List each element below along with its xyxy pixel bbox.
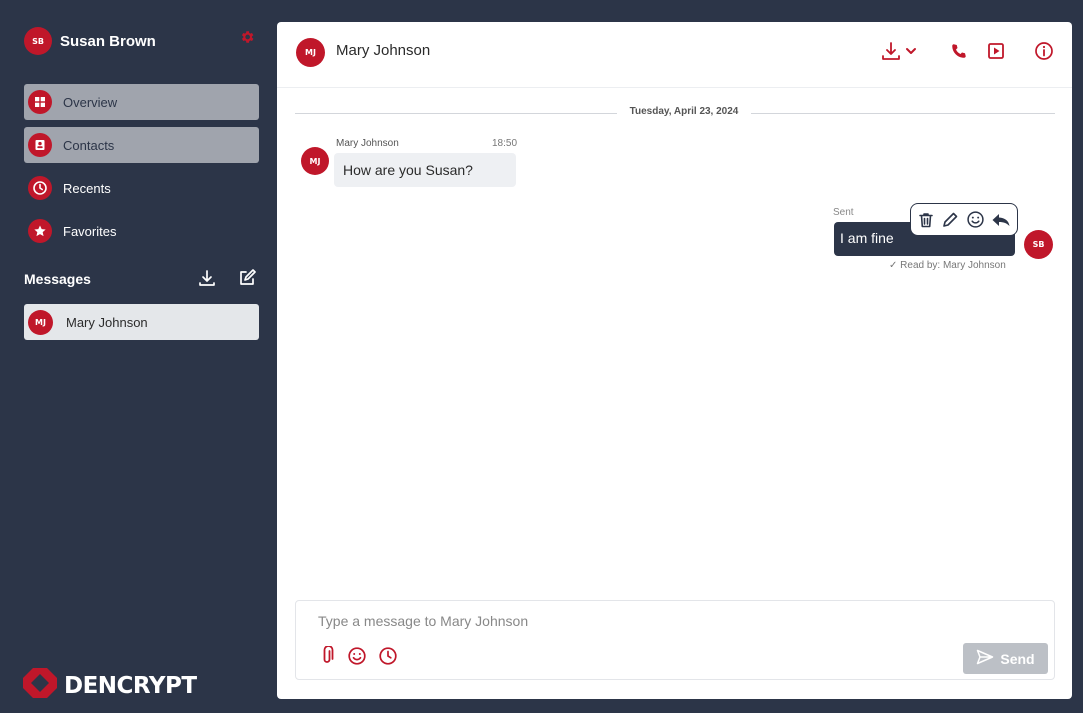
star-icon <box>28 219 52 243</box>
nav-item-label: Recents <box>63 180 111 196</box>
contact-card-icon <box>28 133 52 157</box>
avatar: MJ <box>296 38 325 67</box>
delete-icon[interactable] <box>917 211 935 229</box>
user-name: Susan Brown <box>60 32 156 50</box>
divider-line <box>295 113 617 114</box>
download-icon[interactable] <box>197 268 217 288</box>
nav-item-label: Favorites <box>63 223 117 239</box>
brand-logo: DENCRYPT <box>22 665 197 706</box>
message-time: 18:50 <box>492 138 518 149</box>
nav-item-overview[interactable]: Overview <box>24 84 259 120</box>
nav-item-favorites[interactable]: Favorites <box>24 213 259 249</box>
user-header[interactable]: SB Susan Brown <box>24 27 156 55</box>
phone-icon[interactable] <box>947 39 971 63</box>
send-label: Send <box>1000 650 1035 667</box>
divider-line <box>751 113 1055 114</box>
avatar: SB <box>1024 230 1053 259</box>
video-icon[interactable] <box>984 39 1008 63</box>
nav-item-recents[interactable]: Recents <box>24 170 259 206</box>
read-receipt-text: Read by: Mary Johnson <box>900 260 1006 271</box>
attachment-icon[interactable] <box>316 645 338 667</box>
conversation-name: Mary Johnson <box>66 314 148 330</box>
emoji-icon[interactable] <box>966 210 985 229</box>
message-input[interactable] <box>318 611 918 631</box>
nav-item-label: Contacts <box>63 137 115 153</box>
reply-icon[interactable] <box>991 211 1011 229</box>
nav-item-contacts[interactable]: Contacts <box>24 127 259 163</box>
info-icon[interactable] <box>1032 39 1056 63</box>
avatar: MJ <box>301 147 329 175</box>
messages-heading: Messages <box>24 271 91 287</box>
emoji-icon[interactable] <box>346 645 368 667</box>
nav-item-label: Overview <box>63 94 118 110</box>
message-composer: Send <box>295 600 1055 680</box>
send-icon <box>976 649 994 668</box>
message-sender: Mary Johnson <box>336 138 399 149</box>
chat-panel: MJ Mary Johnson Tuesday, April 23, 2024 … <box>277 22 1072 699</box>
clock-icon <box>28 176 52 200</box>
message-actions-toolbar <box>910 203 1018 236</box>
conversation-item[interactable]: MJ Mary Johnson <box>24 304 259 340</box>
date-divider: Tuesday, April 23, 2024 <box>295 106 1055 120</box>
message-bubble[interactable]: How are you Susan? <box>334 153 516 187</box>
date-label: Tuesday, April 23, 2024 <box>617 106 751 117</box>
download-dropdown-icon[interactable] <box>881 39 923 63</box>
contact-name: Mary Johnson <box>336 42 431 59</box>
edit-icon[interactable] <box>941 211 959 229</box>
clock-icon[interactable] <box>377 645 399 667</box>
avatar: MJ <box>28 309 53 335</box>
sidebar: SB Susan Brown Overview Contacts Recents… <box>0 0 276 713</box>
brand-name: DENCRYPT <box>64 672 197 699</box>
gear-icon[interactable] <box>239 29 255 45</box>
grid-icon <box>28 90 52 114</box>
logo-icon <box>22 665 58 706</box>
compose-icon[interactable] <box>237 268 257 288</box>
send-button[interactable]: Send <box>963 643 1048 674</box>
read-receipt: ✓ Read by: Mary Johnson <box>889 260 1006 271</box>
avatar: SB <box>24 27 52 55</box>
message-status: Sent <box>833 207 854 218</box>
check-icon: ✓ <box>889 260 898 271</box>
chat-header: MJ Mary Johnson <box>277 22 1072 88</box>
